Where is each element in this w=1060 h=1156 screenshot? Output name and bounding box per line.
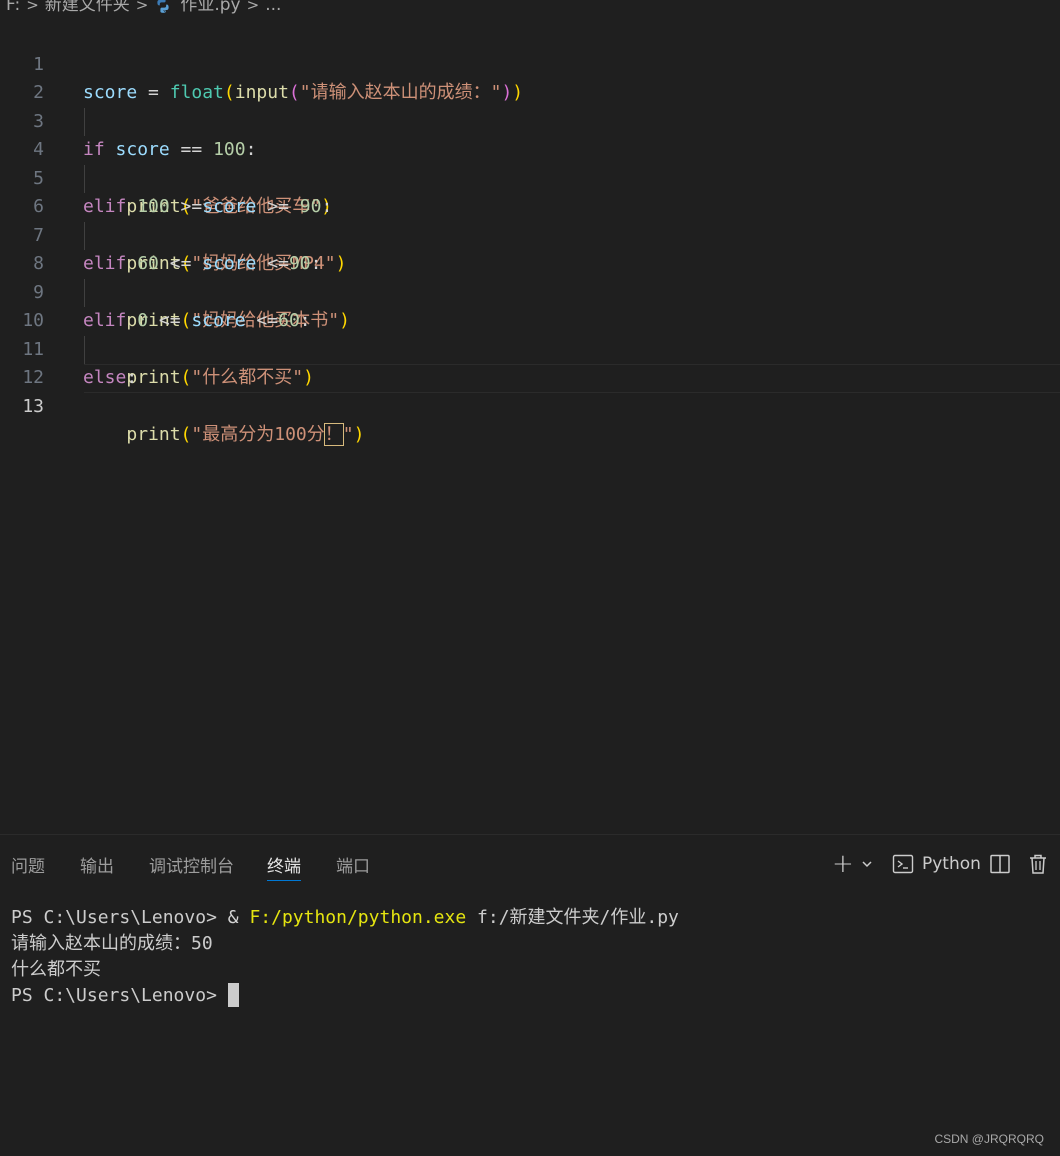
watermark: CSDN @JRQRQRQ — [934, 1132, 1044, 1146]
line-number: 13 — [22, 395, 44, 417]
new-terminal-button[interactable]: + — [832, 849, 854, 879]
indent-guide — [84, 164, 85, 193]
code-line[interactable]: 2 — [0, 51, 1060, 103]
terminal-line: 什么都不买 — [11, 959, 101, 980]
terminal-icon — [892, 854, 914, 874]
chevron-right-icon: > — [246, 0, 260, 14]
breadcrumb-more[interactable]: ... — [265, 0, 281, 15]
breadcrumb-file[interactable]: 作业.py — [180, 0, 240, 15]
terminal-line: PS C:\Users\Lenovo> & F:/python/python.e… — [11, 907, 679, 928]
code-line-current[interactable]: 13 — [0, 364, 1060, 417]
terminal-output[interactable]: PS C:\Users\Lenovo> & F:/python/python.e… — [11, 905, 679, 1009]
terminal-line: PS C:\Users\Lenovo> — [11, 983, 679, 1009]
code-line[interactable]: 5 elif 100 >=score >= 90: — [0, 136, 1060, 218]
code-text: print("最高分为100分！") — [126, 423, 365, 446]
breadcrumb-folder[interactable]: 新建文件夹 — [45, 0, 130, 15]
tab-problems[interactable]: 问题 — [11, 852, 45, 882]
tab-output[interactable]: 输出 — [80, 852, 114, 882]
terminal-line: 请输入赵本山的成绩：50 — [11, 933, 213, 954]
breadcrumb-drive[interactable]: F: — [6, 0, 20, 15]
code-line[interactable]: 12 print("最高分为100分！") — [0, 335, 1060, 446]
indent-guide — [84, 278, 85, 307]
code-line[interactable]: 11 else: — [0, 307, 1060, 389]
breadcrumb: F: > 新建文件夹 > 作业.py > ... — [0, 0, 1060, 15]
split-terminal-icon[interactable] — [989, 849, 1011, 879]
code-line[interactable]: 9 elif 0 <= score <=60: — [0, 250, 1060, 332]
python-file-icon — [157, 0, 169, 13]
tab-terminal[interactable]: 终端 — [267, 852, 301, 882]
code-line[interactable]: 1 score = float(input("请输入赵本山的成绩：")) — [0, 22, 1060, 104]
code-line[interactable]: 4 print("爸爸给他买车") — [0, 107, 1060, 217]
tab-debug-console[interactable]: 调试控制台 — [149, 852, 234, 882]
code-line[interactable]: 6 print("妈妈给他买MP4") — [0, 164, 1060, 274]
code-line[interactable]: 10 print("什么都不买") — [0, 278, 1060, 388]
indent-guide — [84, 335, 85, 364]
terminal-cursor — [227, 983, 239, 1007]
tab-ports[interactable]: 端口 — [336, 852, 370, 882]
trash-icon[interactable] — [1028, 849, 1048, 879]
terminal-profile-label: Python — [922, 854, 981, 874]
code-line[interactable]: 8 print("妈妈给他买本书") — [0, 221, 1060, 331]
bottom-panel: 问题 输出 调试控制台 终端 端口 + Python PS C:\Users\L… — [0, 834, 1060, 1156]
chevron-right-icon: > — [135, 0, 149, 14]
code-editor[interactable]: 1 score = float(input("请输入赵本山的成绩：")) 2 3… — [0, 22, 1060, 834]
unicode-highlight: ！ — [323, 423, 344, 446]
terminal-profile-button[interactable]: Python — [892, 849, 981, 879]
panel-tabs: 问题 输出 调试控制台 终端 端口 + Python — [0, 835, 1060, 890]
code-line[interactable]: 7 elif 60 <= score <=90: — [0, 193, 1060, 275]
code-line[interactable]: 3 if score == 100: — [0, 79, 1060, 161]
indent-guide — [84, 107, 85, 136]
chevron-down-icon[interactable] — [860, 849, 874, 879]
indent-guide — [84, 221, 85, 250]
chevron-right-icon: > — [26, 0, 39, 14]
